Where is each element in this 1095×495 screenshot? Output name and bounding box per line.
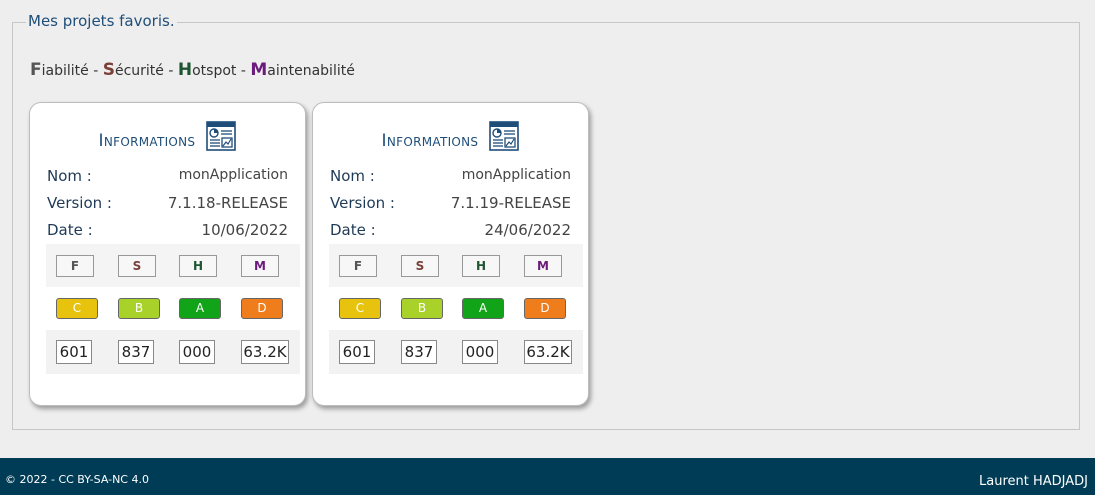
nom-value: monApplication xyxy=(178,167,288,183)
footer: © 2022 - CC BY-SA-NC 4.0 Laurent HADJADJ xyxy=(0,458,1095,495)
header-m: M xyxy=(241,255,279,277)
rating-badge-h: A xyxy=(462,298,504,319)
fieldset-legend: Mes projets favoris. xyxy=(26,12,177,30)
value-s: 837 xyxy=(401,340,437,364)
value-f: 601 xyxy=(56,340,92,364)
card-title: Informations xyxy=(30,121,305,151)
legend-sep: - xyxy=(163,63,178,79)
header-h: H xyxy=(462,255,500,277)
version-label: Version : xyxy=(47,194,112,212)
metrics-grid: F S H M C B A D 601 837 000 63.2K xyxy=(46,244,300,374)
rating-badge-f: C xyxy=(339,298,381,319)
card-title: Informations xyxy=(313,121,588,151)
nom-row: Nom : monApplication xyxy=(330,167,571,191)
card-title-text: Informations xyxy=(98,131,196,151)
nom-label: Nom : xyxy=(330,167,375,185)
rating-badge-m: D xyxy=(241,298,283,319)
project-card[interactable]: Informations Nom : monApplication Versio… xyxy=(29,102,306,406)
rating-badge-s: B xyxy=(118,298,160,319)
rating-badge-s: B xyxy=(401,298,443,319)
header-m: M xyxy=(524,255,562,277)
legend-s-letter: S xyxy=(102,60,115,80)
value-s: 837 xyxy=(118,340,154,364)
date-label: Date : xyxy=(47,221,93,239)
footer-license: © 2022 - CC BY-SA-NC 4.0 xyxy=(5,473,149,486)
metrics-header-row: F S H M xyxy=(329,244,583,287)
version-value: 7.1.18-RELEASE xyxy=(167,194,288,212)
metrics-rating-row: C B A D xyxy=(46,287,300,330)
rating-badge-f: C xyxy=(56,298,98,319)
nom-row: Nom : monApplication xyxy=(47,167,288,191)
footer-author: Laurent HADJADJ xyxy=(979,474,1088,489)
date-value: 10/06/2022 xyxy=(201,221,288,239)
report-icon xyxy=(206,121,237,161)
card-title-text: Informations xyxy=(381,131,479,151)
value-f: 601 xyxy=(339,340,375,364)
metrics-value-row: 601 837 000 63.2K xyxy=(46,330,300,374)
date-row: Date : 10/06/2022 xyxy=(47,221,288,245)
legend-sep: - xyxy=(88,63,103,79)
metrics-header-row: F S H M xyxy=(46,244,300,287)
metrics-value-row: 601 837 000 63.2K xyxy=(329,330,583,374)
date-row: Date : 24/06/2022 xyxy=(330,221,571,245)
header-f: F xyxy=(56,255,94,277)
legend-m-rest: aintenabilité xyxy=(267,63,355,79)
legend-s-rest: écurité xyxy=(114,63,164,79)
metrics-legend: Fiabilité - Sécurité - Hotspot - Mainten… xyxy=(30,60,355,80)
value-h: 000 xyxy=(462,340,498,364)
header-s: S xyxy=(118,255,156,277)
metrics-rating-row: C B A D xyxy=(329,287,583,330)
legend-h-letter: H xyxy=(177,60,193,80)
value-m: 63.2K xyxy=(524,340,572,364)
nom-label: Nom : xyxy=(47,167,92,185)
legend-f-rest: iabilité xyxy=(41,63,89,79)
version-row: Version : 7.1.19-RELEASE xyxy=(330,194,571,218)
header-h: H xyxy=(179,255,217,277)
header-s: S xyxy=(401,255,439,277)
legend-sep: - xyxy=(236,63,251,79)
report-icon xyxy=(489,121,520,161)
header-f: F xyxy=(339,255,377,277)
date-label: Date : xyxy=(330,221,376,239)
value-m: 63.2K xyxy=(241,340,289,364)
value-h: 000 xyxy=(179,340,215,364)
version-value: 7.1.19-RELEASE xyxy=(450,194,571,212)
project-card[interactable]: Informations Nom : monApplication Versio… xyxy=(312,102,589,406)
version-row: Version : 7.1.18-RELEASE xyxy=(47,194,288,218)
legend-m-letter: M xyxy=(250,60,268,80)
rating-badge-m: D xyxy=(524,298,566,319)
date-value: 24/06/2022 xyxy=(484,221,571,239)
metrics-grid: F S H M C B A D 601 837 000 63.2K xyxy=(329,244,583,374)
legend-f-letter: F xyxy=(30,60,42,80)
version-label: Version : xyxy=(330,194,395,212)
nom-value: monApplication xyxy=(461,167,571,183)
rating-badge-h: A xyxy=(179,298,221,319)
legend-h-rest: otspot xyxy=(192,63,237,79)
